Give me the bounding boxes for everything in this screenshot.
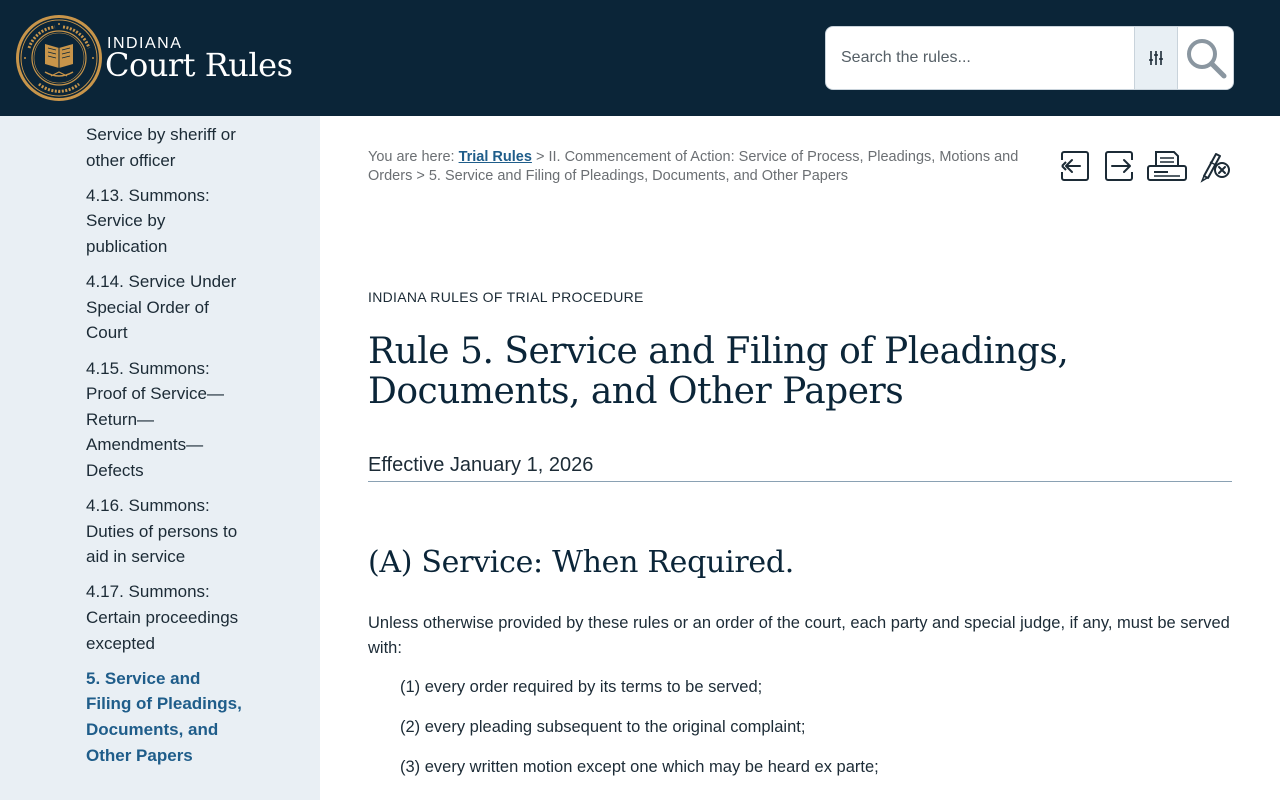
sidebar-item-4-12-service-by-sheriff[interactable]: Service by sheriff or other officer <box>86 122 246 173</box>
previous-rule-icon[interactable] <box>1058 148 1092 184</box>
sidebar-item-4-15[interactable]: 4.15. Summons: Proof of Service—Return—A… <box>86 356 246 484</box>
effective-date: Effective January 1, 2026 <box>368 454 1232 482</box>
breadcrumb-link-trial-rules[interactable]: Trial Rules <box>459 149 532 165</box>
search-filter-button[interactable] <box>1134 27 1178 89</box>
section-heading: (A) Service: When Required. <box>368 545 794 580</box>
list-item: (3) every written motion except one whic… <box>400 758 879 776</box>
indiana-supreme-court-seal-logo[interactable] <box>15 14 103 102</box>
brand-site-name[interactable]: Court Rules <box>105 46 293 84</box>
search-icon <box>1187 39 1227 79</box>
next-rule-icon[interactable] <box>1102 148 1136 184</box>
sidebar-item-4-16[interactable]: 4.16. Summons: Duties of persons to aid … <box>86 493 246 570</box>
clear-highlights-icon[interactable] <box>1198 148 1232 184</box>
rule-title: Rule 5. Service and Filing of Pleadings,… <box>368 331 1069 412</box>
list-item: (2) every pleading subsequent to the ori… <box>400 718 806 736</box>
print-icon[interactable] <box>1146 148 1188 184</box>
breadcrumb: You are here: Trial Rules > II. Commence… <box>368 148 1038 186</box>
sidebar-item-4-17[interactable]: 4.17. Summons: Certain proceedings excep… <box>86 579 246 656</box>
rules-collection-label: INDIANA RULES OF TRIAL PROCEDURE <box>368 289 644 305</box>
breadcrumb-prefix: You are here: <box>368 149 455 165</box>
search-input[interactable] <box>826 27 1134 89</box>
sidebar-item-4-14[interactable]: 4.14. Service Under Special Order of Cou… <box>86 269 246 346</box>
list-item: (1) every order required by its terms to… <box>400 678 763 696</box>
search-bar <box>825 26 1234 90</box>
sidebar-item-5-active[interactable]: 5. Service and Filing of Pleadings, Docu… <box>86 666 246 768</box>
rules-sidebar-nav: Service by sheriff or other officer 4.13… <box>0 116 320 800</box>
breadcrumb-separator: > <box>416 168 425 184</box>
breadcrumb-separator: > <box>535 149 545 165</box>
search-submit-button[interactable] <box>1178 27 1233 89</box>
sliders-icon <box>1149 51 1163 65</box>
section-intro-paragraph: Unless otherwise provided by these rules… <box>368 614 1230 657</box>
site-header: INDIANA Court Rules <box>0 0 1280 116</box>
sidebar-item-4-13[interactable]: 4.13. Summons: Service by publication <box>86 183 246 260</box>
breadcrumb-current: 5. Service and Filing of Pleadings, Docu… <box>428 168 848 184</box>
sidebar-list: Service by sheriff or other officer 4.13… <box>86 122 246 778</box>
